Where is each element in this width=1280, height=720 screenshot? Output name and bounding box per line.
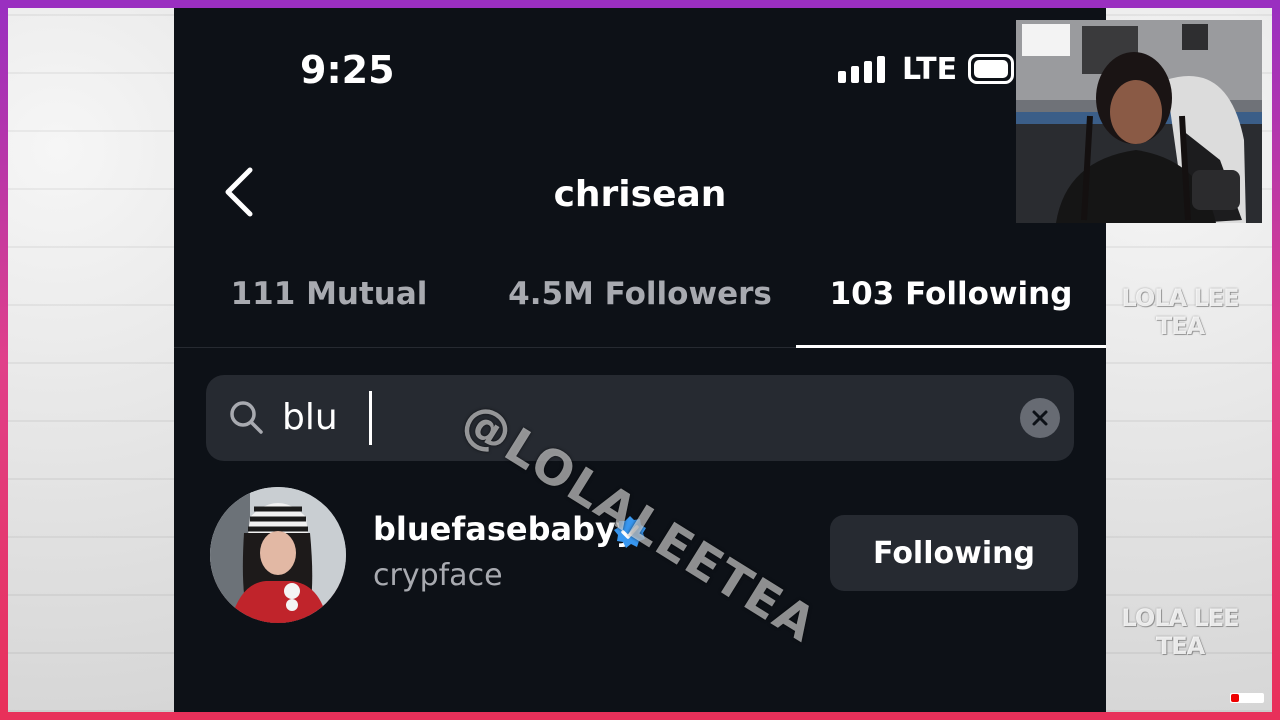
clear-search-button[interactable] bbox=[1020, 398, 1060, 438]
tab-followers[interactable]: 4.5M Followers bbox=[485, 276, 795, 312]
tab-following[interactable]: 103 Following bbox=[796, 276, 1106, 312]
signal-icon bbox=[838, 56, 885, 83]
side-watermark-1: LOLA LEE TEA bbox=[1121, 284, 1239, 340]
verified-badge-icon bbox=[614, 516, 646, 548]
profile-photo bbox=[210, 487, 346, 623]
network-label: LTE bbox=[902, 52, 958, 87]
tab-bar: 111 Mutual 4.5M Followers 103 Following bbox=[174, 276, 1106, 348]
result-full-name: crypface bbox=[373, 558, 503, 593]
search-icon bbox=[230, 401, 263, 434]
following-button[interactable]: Following bbox=[830, 515, 1078, 591]
tab-mutual[interactable]: 111 Mutual bbox=[174, 276, 484, 312]
close-icon bbox=[1032, 410, 1048, 426]
webcam-feed bbox=[1016, 20, 1262, 223]
profile-title: chrisean bbox=[553, 174, 727, 215]
brick-wall-left bbox=[8, 8, 174, 712]
avatar[interactable] bbox=[210, 487, 346, 623]
search-bar bbox=[206, 375, 1074, 461]
result-username[interactable]: bluefasebabyy bbox=[373, 510, 637, 548]
search-input[interactable] bbox=[282, 389, 982, 445]
phone-screen: 9:25 LTE chrisean 111 Mutual 4.5M Follow… bbox=[174, 8, 1106, 712]
side-watermark-2: LOLA LEE TEA bbox=[1121, 604, 1239, 660]
webcam-overlay bbox=[1016, 20, 1262, 223]
text-cursor bbox=[369, 391, 372, 445]
active-tab-indicator bbox=[796, 345, 1106, 348]
battery-icon bbox=[968, 54, 1014, 84]
status-time: 9:25 bbox=[300, 48, 395, 92]
youtube-badge bbox=[1230, 693, 1264, 703]
